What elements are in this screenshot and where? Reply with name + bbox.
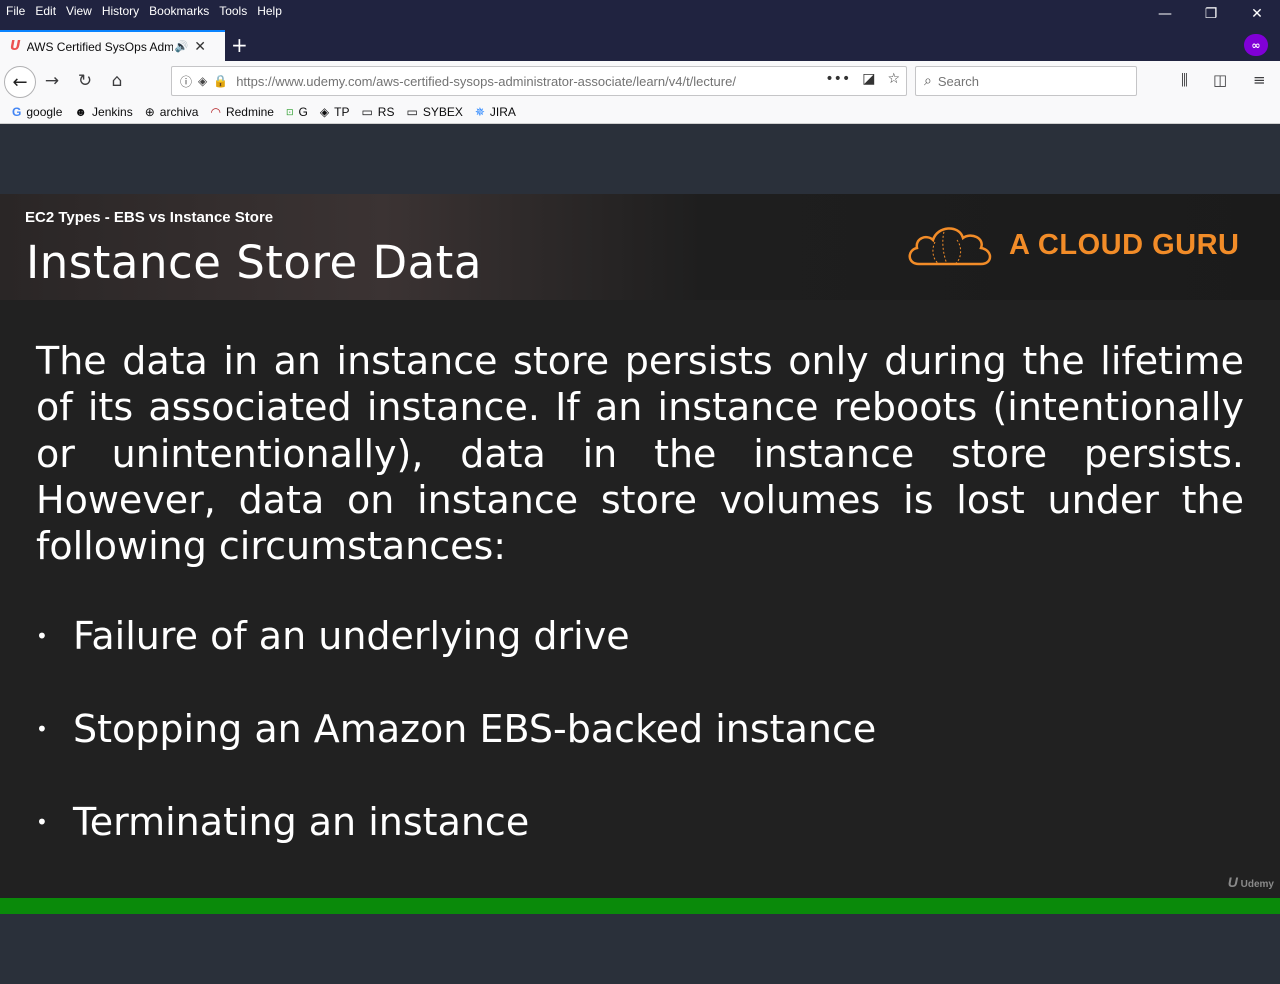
url-host: https://www.udemy.com <box>236 73 373 89</box>
minimize-button[interactable]: — <box>1142 0 1188 28</box>
menu-help[interactable]: Help <box>257 4 282 18</box>
page-actions-icon[interactable]: ••• <box>825 71 850 87</box>
udemy-watermark: U Udemy <box>1227 874 1274 890</box>
bookmark-g[interactable]: ⊡ G <box>286 105 308 119</box>
reload-button[interactable]: ↻ <box>73 69 97 93</box>
redmine-icon: ◠ <box>210 105 221 119</box>
slide-subtitle: EC2 Types - EBS vs Instance Store <box>25 209 274 226</box>
address-bar[interactable]: ⓘ ◈ 🔒 https://www.udemy.com/aws-certifie… <box>171 66 907 96</box>
jenkins-icon: ☻ <box>74 105 88 119</box>
lock-icon[interactable]: 🔒 <box>213 74 228 88</box>
bullet-text: Terminating an instance <box>73 800 530 844</box>
bookmark-star-icon[interactable]: ☆ <box>887 71 900 87</box>
lecture-slide: EC2 Types - EBS vs Instance Store Instan… <box>0 194 1280 898</box>
bookmark-jenkins[interactable]: ☻ Jenkins <box>74 105 132 119</box>
library-icon[interactable]: ⫼ <box>1181 71 1188 89</box>
slide-title: Instance Store Data <box>26 236 482 289</box>
new-tab-button[interactable]: + <box>231 33 248 57</box>
bullet-item: • Terminating an instance <box>36 800 529 844</box>
folder-icon: ▭ <box>406 105 418 119</box>
acloudguru-logo: A CLOUD GURU <box>905 220 1239 270</box>
hamburger-menu-icon[interactable]: ≡ <box>1253 71 1266 89</box>
slide-header: EC2 Types - EBS vs Instance Store Instan… <box>0 194 1280 300</box>
active-tab[interactable]: U AWS Certified SysOps Admi 🔊 ✕ <box>0 30 225 61</box>
bookmarks-bar: Ggoogle ☻ Jenkins ⊕ archiva ◠ Redmine ⊡ G ◈ T… <box>0 101 1280 124</box>
bookmark-tp[interactable]: ◈ TP <box>320 105 350 119</box>
globe-icon: ⊕ <box>144 105 155 119</box>
video-player-area[interactable]: EC2 Types - EBS vs Instance Store Instan… <box>0 125 1280 984</box>
diamond-icon: ◈ <box>319 105 330 119</box>
menu-history[interactable]: History <box>102 4 139 18</box>
google-icon: G <box>12 105 22 119</box>
restore-button[interactable]: ❐ <box>1188 0 1234 28</box>
menu-edit[interactable]: Edit <box>35 4 56 18</box>
bullet-item: • Stopping an Amazon EBS-backed instance <box>36 707 876 751</box>
private-browsing-icon: ∞ <box>1244 34 1268 56</box>
video-progress-fill <box>0 898 1280 914</box>
tab-close-icon[interactable]: ✕ <box>194 39 206 55</box>
bookmark-redmine[interactable]: ◠ Redmine <box>210 105 274 119</box>
menu-view[interactable]: View <box>66 4 92 18</box>
menu-bookmarks[interactable]: Bookmarks <box>149 4 209 18</box>
browser-titlebar: File Edit View History Bookmarks Tools H… <box>0 0 1280 61</box>
url-path: /aws-certified-sysops-administrator-asso… <box>372 73 736 89</box>
folder-icon: ▭ <box>361 105 373 119</box>
home-button[interactable]: ⌂ <box>105 69 129 93</box>
bookmark-archiva[interactable]: ⊕ archiva <box>145 105 199 119</box>
pocket-icon[interactable]: ◪ <box>862 71 875 87</box>
url-text[interactable]: https://www.udemy.com/aws-certified-syso… <box>236 74 784 89</box>
cloud-logo-icon <box>908 227 992 266</box>
menu-bar: File Edit View History Bookmarks Tools H… <box>0 0 292 22</box>
udemy-logo-icon: U <box>1227 874 1238 890</box>
brand-text: A CLOUD GURU <box>1009 228 1240 261</box>
tracking-shield-icon[interactable]: ◈ <box>198 74 207 88</box>
bookmark-jira[interactable]: ✵ JIRA <box>475 105 516 119</box>
info-icon[interactable]: ⓘ <box>180 73 192 90</box>
url-actions: ••• ◪ ☆ <box>825 71 900 87</box>
bookmark-google[interactable]: Ggoogle <box>12 105 62 119</box>
search-bar[interactable]: ⌕ <box>915 66 1137 96</box>
sidebar-icon[interactable]: ◫ <box>1213 71 1227 89</box>
bookmark-sybex[interactable]: ▭ SYBEX <box>406 105 462 119</box>
video-progress-bar[interactable] <box>0 898 1280 914</box>
forward-button[interactable]: → <box>40 69 64 93</box>
tab-title: AWS Certified SysOps Admi <box>26 39 173 54</box>
g-bookmark-icon: ⊡ <box>285 106 294 117</box>
speaker-icon[interactable]: 🔊 <box>175 40 189 53</box>
close-window-button[interactable]: ✕ <box>1234 0 1280 28</box>
bullet-dot-icon: • <box>36 810 48 834</box>
search-input[interactable] <box>937 73 1118 89</box>
bullet-dot-icon: • <box>36 717 48 741</box>
menu-tools[interactable]: Tools <box>219 4 247 18</box>
bullet-text: Failure of an underlying drive <box>73 614 630 658</box>
back-button[interactable]: ← <box>4 66 36 98</box>
bullet-item: • Failure of an underlying drive <box>36 614 630 658</box>
navigation-bar: ← → ↻ ⌂ ⓘ ◈ 🔒 https://www.udemy.com/aws-… <box>0 61 1280 101</box>
bookmark-rs[interactable]: ▭ RS <box>361 105 394 119</box>
jira-icon: ✵ <box>474 105 485 119</box>
menu-file[interactable]: File <box>6 4 25 18</box>
udemy-icon: U <box>10 39 21 54</box>
bullet-text: Stopping an Amazon EBS-backed instance <box>73 707 877 751</box>
bullet-dot-icon: • <box>36 624 48 648</box>
slide-paragraph: The data in an instance store persists o… <box>36 339 1244 569</box>
search-icon: ⌕ <box>924 73 932 89</box>
